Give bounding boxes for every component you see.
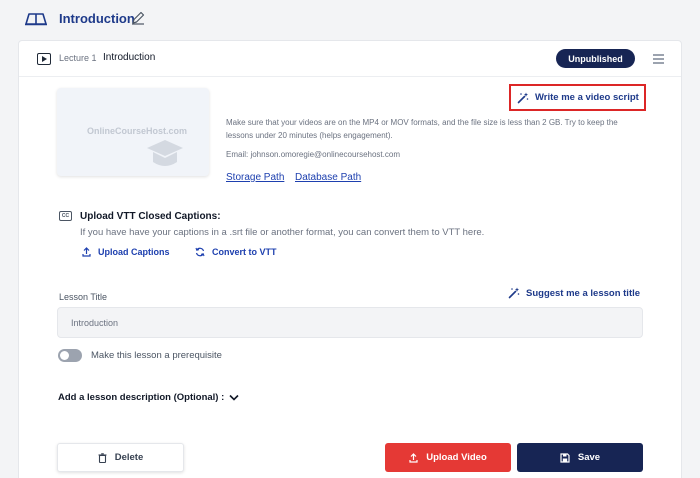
write-video-script-button[interactable]: Write me a video script bbox=[509, 84, 646, 111]
lecture-number: Lecture 1 bbox=[59, 53, 97, 63]
refresh-icon bbox=[195, 247, 205, 257]
menu-icon[interactable] bbox=[653, 54, 664, 64]
upload-icon bbox=[82, 247, 91, 257]
upload-captions-label: Upload Captions bbox=[98, 247, 170, 257]
save-button[interactable]: Save bbox=[517, 443, 643, 472]
prerequisite-label: Make this lesson a prerequisite bbox=[91, 350, 222, 361]
convert-to-vtt-label: Convert to VTT bbox=[212, 247, 277, 257]
save-label: Save bbox=[577, 452, 601, 463]
suggest-lesson-title-button[interactable]: Suggest me a lesson title bbox=[508, 287, 640, 299]
delete-button[interactable]: Delete bbox=[57, 443, 184, 472]
floppy-disk-icon bbox=[560, 452, 570, 463]
vtt-captions-description: If you have have your captions in a .srt… bbox=[80, 227, 485, 238]
magic-wand-icon bbox=[508, 287, 520, 299]
lesson-title-input[interactable] bbox=[57, 307, 643, 338]
prerequisite-toggle[interactable] bbox=[58, 349, 82, 362]
lesson-description-toggle[interactable]: Add a lesson description (Optional) : bbox=[58, 392, 239, 403]
upload-requirements-text: Make sure that your videos are on the MP… bbox=[226, 118, 618, 140]
upload-captions-button[interactable]: Upload Captions bbox=[82, 247, 170, 257]
write-video-script-label: Write me a video script bbox=[535, 92, 639, 103]
magic-wand-icon bbox=[517, 92, 529, 103]
suggest-lesson-title-label: Suggest me a lesson title bbox=[526, 287, 641, 299]
lesson-description-label: Add a lesson description (Optional) : bbox=[58, 392, 225, 403]
book-open-icon bbox=[25, 13, 47, 26]
email-text: Email: johnson.omoregie@onlinecoursehost… bbox=[226, 150, 400, 159]
pencil-icon[interactable] bbox=[131, 11, 145, 25]
section-title: Introduction bbox=[59, 11, 135, 26]
status-badge[interactable]: Unpublished bbox=[556, 49, 635, 68]
lesson-title-label: Lesson Title bbox=[59, 292, 108, 302]
lesson-header[interactable]: Lecture 1 Introduction Unpublished bbox=[19, 41, 681, 77]
vtt-captions-title: Upload VTT Closed Captions: bbox=[80, 211, 221, 222]
graduation-cap-icon bbox=[147, 140, 183, 166]
trash-icon bbox=[98, 452, 107, 463]
database-path-link[interactable]: Database Path bbox=[295, 172, 361, 183]
video-play-icon bbox=[37, 53, 51, 65]
convert-to-vtt-button[interactable]: Convert to VTT bbox=[195, 247, 277, 257]
storage-path-link[interactable]: Storage Path bbox=[226, 172, 284, 183]
lecture-title: Introduction bbox=[103, 52, 156, 63]
top-bar: Introduction bbox=[0, 0, 700, 40]
upload-video-label: Upload Video bbox=[426, 452, 487, 463]
lesson-card: Lecture 1 Introduction Unpublished Onlin… bbox=[18, 40, 682, 478]
chevron-down-icon bbox=[229, 394, 239, 401]
delete-label: Delete bbox=[114, 452, 144, 463]
upload-video-button[interactable]: Upload Video bbox=[385, 443, 511, 472]
closed-captions-icon: CC bbox=[59, 211, 72, 221]
upload-icon bbox=[409, 452, 418, 463]
video-thumbnail[interactable]: OnlineCourseHost.com bbox=[57, 88, 209, 176]
